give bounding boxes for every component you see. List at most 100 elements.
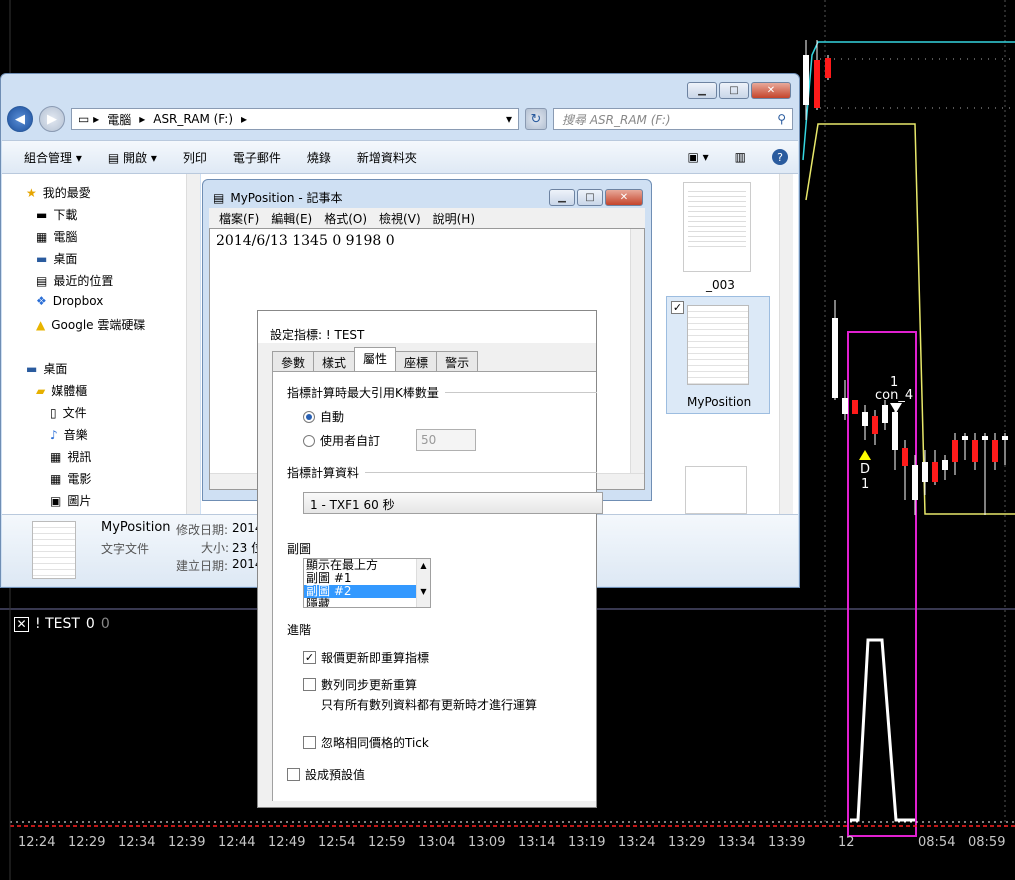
chevron-down-icon[interactable]: ▾ (506, 112, 512, 126)
drive-icon: ▭ ▸ (78, 112, 100, 126)
chevron-right-icon: ▸ (139, 112, 146, 126)
maximize-button[interactable]: □ (577, 189, 603, 206)
dropbox-icon: ❖ (36, 294, 47, 308)
chk-set-default[interactable]: 設成預設值 (287, 766, 365, 783)
radio-auto[interactable]: 自動 (303, 408, 344, 425)
nav-computer[interactable]: ▦ 電腦 (36, 228, 77, 245)
tab-params[interactable]: 參數 (272, 351, 315, 371)
star-icon: ★ (26, 185, 37, 200)
breadcrumb-drive[interactable]: ASR_RAM (F:) (153, 112, 233, 126)
time-tick-label: 13:14 (518, 835, 556, 850)
time-tick-label: 13:24 (618, 835, 656, 850)
google-drive-icon: ▲ (36, 317, 46, 332)
checkbox-icon[interactable]: ✓ (671, 301, 684, 314)
listbox-scrollbar[interactable]: ▲ ▼ (416, 559, 430, 607)
checkbox-icon (303, 678, 316, 691)
breadcrumb-computer[interactable]: 電腦 (107, 111, 131, 128)
nav-favorites[interactable]: ★ 我的最愛 (26, 184, 91, 201)
nav-google-drive[interactable]: ▲ Google 雲端硬碟 (36, 316, 145, 333)
annotation-d-num: 1 (861, 477, 870, 492)
notepad-vscroll[interactable] (630, 229, 644, 473)
notepad-title: MyPosition - 記事本 (230, 191, 343, 205)
minimize-button[interactable]: ▁ (687, 82, 717, 99)
open-button[interactable]: ▤ 開啟 ▾ (108, 149, 157, 166)
maximize-button[interactable]: □ (719, 82, 749, 99)
section-max-bars: 指標計算時最大引用K棒數量 (287, 384, 597, 401)
content-scrollbar[interactable] (779, 174, 793, 514)
radio-user-defined[interactable]: 使用者自訂 (303, 432, 380, 449)
new-folder-button[interactable]: 新增資料夾 (357, 149, 417, 166)
nav-downloads[interactable]: ▬ 下載 (36, 206, 77, 223)
recent-places-icon: ▤ (36, 273, 48, 288)
nav-desktop[interactable]: ▬ 桌面 (36, 250, 77, 267)
section-data-source: 指標計算資料 (287, 464, 597, 481)
nav-movies[interactable]: ▦ 電影 (50, 470, 91, 487)
desktop-icon: ▬ (26, 361, 38, 376)
user-value-input[interactable]: 50 (416, 429, 476, 451)
preview-pane-icon[interactable]: ▥ (735, 150, 746, 164)
nav-scrollbar[interactable] (186, 174, 200, 514)
indicator-value: 0 (85, 616, 95, 632)
pictures-icon: ▣ (50, 493, 62, 508)
back-icon[interactable]: ◀ (7, 106, 33, 132)
search-icon[interactable]: ⚲ (777, 112, 786, 126)
nav-dropbox[interactable]: ❖ Dropbox (36, 294, 103, 308)
email-button[interactable]: 電子郵件 (233, 149, 281, 166)
tab-style[interactable]: 樣式 (313, 351, 356, 371)
file-name-003[interactable]: _003 (706, 278, 735, 292)
close-button[interactable]: ✕ (605, 189, 643, 206)
file-item-partial[interactable] (685, 466, 747, 514)
menu-view[interactable]: 檢視(V) (379, 210, 421, 227)
help-icon[interactable]: ? (772, 149, 788, 165)
subchart-option[interactable]: 隱藏 (304, 598, 430, 608)
burn-button[interactable]: 燒錄 (307, 149, 331, 166)
properties-panel: 指標計算時最大引用K棒數量 自動 使用者自訂 50 指標計算資料 1 - TXF… (272, 371, 603, 801)
tab-alert[interactable]: 警示 (436, 351, 479, 371)
subchart-listbox[interactable]: 顯示在最上方 副圖 #1 副圖 #2 隱藏 ▲ ▼ (303, 558, 431, 608)
series-sync-note: 只有所有數列資料都有更新時才進行運算 (321, 698, 538, 712)
print-button[interactable]: 列印 (183, 149, 207, 166)
chk-series-sync[interactable]: 數列同步更新重算 (303, 676, 417, 693)
data-source-select[interactable]: 1 - TXF1 60 秒 (303, 492, 603, 514)
nav-videos[interactable]: ▦ 視訊 (50, 448, 91, 465)
music-icon: ♪ (50, 427, 58, 442)
close-button[interactable]: ✕ (751, 82, 791, 99)
menu-help[interactable]: 說明(H) (433, 210, 475, 227)
video-icon: ▦ (50, 449, 62, 464)
address-bar[interactable]: ▭ ▸ 電腦 ▸ ASR_RAM (F:) ▸ ▾ (71, 108, 519, 130)
minimize-button[interactable]: ▁ (549, 189, 575, 206)
chk-ignore-same-price[interactable]: 忽略相同價格的Tick (303, 734, 429, 751)
file-thumbnail[interactable] (683, 182, 751, 272)
time-tick-label: 13:04 (418, 835, 456, 850)
nav-libraries[interactable]: ▰ 媒體櫃 (36, 382, 87, 399)
forward-icon[interactable]: ▶ (39, 106, 65, 132)
tab-axis[interactable]: 座標 (395, 351, 438, 371)
menu-format[interactable]: 格式(O) (324, 210, 367, 227)
time-tick-label: 12:49 (268, 835, 306, 850)
nav-desktop-root[interactable]: ▬ 桌面 (26, 360, 67, 377)
library-icon: ▰ (36, 383, 46, 398)
annotation-d: D (860, 462, 871, 477)
nav-documents[interactable]: ▯ 文件 (50, 404, 87, 421)
organize-button[interactable]: 組合管理 ▾ (24, 149, 82, 166)
menu-file[interactable]: 檔案(F) (219, 210, 259, 227)
radio-icon (303, 434, 315, 447)
size-label: 大小: (201, 541, 230, 555)
menu-edit[interactable]: 編輯(E) (271, 210, 312, 227)
address-row: ◀ ▶ ▭ ▸ 電腦 ▸ ASR_RAM (F:) ▸ ▾ ↻ 搜尋 ASR_R… (7, 106, 793, 132)
tab-properties[interactable]: 屬性 (354, 347, 397, 371)
nav-recent[interactable]: ▤ 最近的位置 (36, 272, 113, 289)
nav-pictures[interactable]: ▣ 圖片 (50, 492, 91, 509)
time-tick-label: 12:34 (118, 835, 156, 850)
refresh-icon[interactable]: ↻ (525, 108, 547, 130)
view-options-icon[interactable]: ▣ ▾ (687, 150, 708, 164)
time-tick-label: 12:29 (68, 835, 106, 850)
nav-music[interactable]: ♪ 音樂 (50, 426, 88, 443)
file-item-myposition[interactable]: ✓ MyPosition (666, 296, 770, 414)
time-tick-label: 12:59 (368, 835, 406, 850)
search-input[interactable]: 搜尋 ASR_RAM (F:) ⚲ (553, 108, 793, 130)
time-tick-label: 13:29 (668, 835, 706, 850)
indicator-value-2: 0 (100, 616, 110, 632)
close-icon[interactable]: ✕ (14, 616, 29, 632)
chk-recalc-on-quote[interactable]: ✓ 報價更新即重算指標 (303, 649, 429, 666)
